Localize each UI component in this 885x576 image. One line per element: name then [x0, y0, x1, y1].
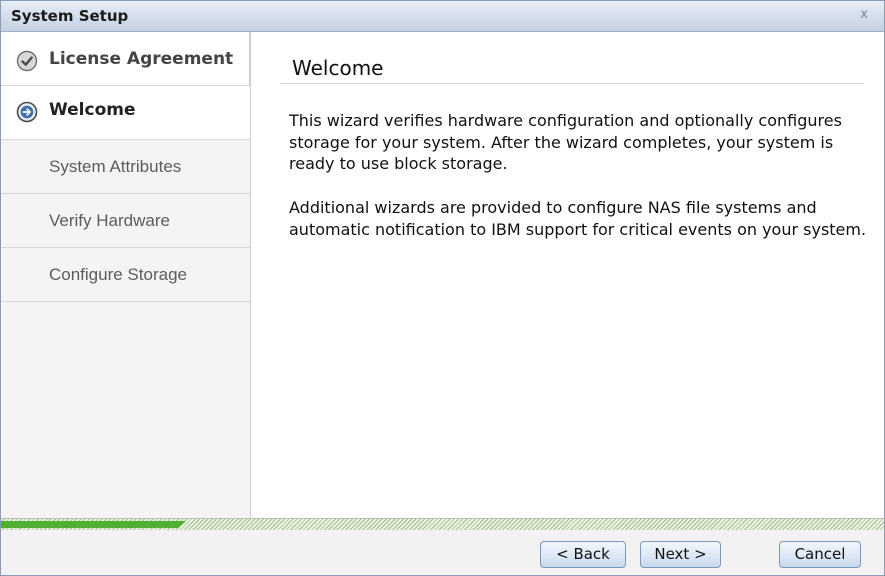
step-verify-hardware[interactable]: Verify Hardware	[1, 194, 250, 248]
step-label: Configure Storage	[49, 265, 187, 284]
step-license-agreement[interactable]: License Agreement	[1, 32, 250, 86]
next-button[interactable]: Next >	[640, 541, 721, 568]
title-bar[interactable]: System Setup x	[1, 1, 884, 32]
step-system-attributes[interactable]: System Attributes	[1, 140, 250, 194]
arrow-right-circle-icon	[16, 101, 38, 123]
close-icon[interactable]: x	[860, 7, 868, 22]
checkmark-circle-icon	[16, 50, 38, 72]
back-button[interactable]: < Back	[540, 541, 626, 568]
step-configure-storage[interactable]: Configure Storage	[1, 248, 250, 302]
step-label: Verify Hardware	[49, 211, 170, 230]
step-label: System Attributes	[49, 157, 182, 176]
dialog-title: System Setup	[11, 7, 129, 25]
additional-wizards-paragraph: Additional wizards are provided to confi…	[289, 198, 867, 239]
system-setup-dialog: System Setup x License Agreement Welcome…	[0, 0, 885, 576]
wizard-content-panel: Welcome This wizard verifies hardware co…	[252, 32, 884, 518]
step-label: Welcome	[49, 100, 136, 120]
page-title: Welcome	[292, 56, 384, 80]
step-label: License Agreement	[49, 49, 234, 69]
step-welcome[interactable]: Welcome	[1, 86, 250, 140]
button-bar: < Back Next > Cancel	[1, 530, 884, 575]
heading-divider	[280, 83, 864, 84]
progress-fill	[1, 521, 186, 528]
wizard-steps-sidebar: License Agreement Welcome System Attribu…	[1, 32, 251, 518]
intro-paragraph: This wizard verifies hardware configurat…	[289, 111, 842, 173]
wizard-progress-bar	[1, 518, 884, 530]
cancel-button[interactable]: Cancel	[779, 541, 861, 568]
